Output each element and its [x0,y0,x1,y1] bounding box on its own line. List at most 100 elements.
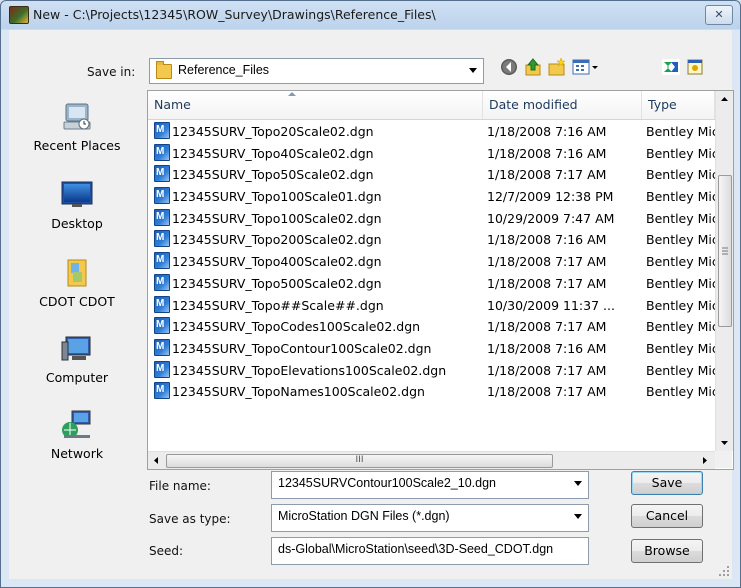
file-date-cell: 1/18/2008 7:17 AM [487,275,607,291]
resize-grip-icon[interactable] [718,565,730,577]
file-row[interactable]: 12345SURV_Topo400Scale02.dgn 1/18/2008 7:… [148,251,718,273]
file-date-cell: 1/18/2008 7:16 AM [487,232,607,248]
file-name-value: 12345SURVContour100Scale2_10.dgn [278,476,496,490]
file-row[interactable]: 12345SURV_Topo200Scale02.dgn 1/18/2008 7:… [148,229,718,251]
column-header: Name Date modified Type [148,91,715,120]
place-label: Network [50,446,104,461]
file-name: 12345SURV_Topo50Scale02.dgn [172,167,374,183]
place-network[interactable]: Network [15,410,139,461]
up-folder-icon[interactable] [523,57,543,77]
save-as-type-label: Save as type: [149,512,231,526]
file-name-cell: 12345SURV_Topo500Scale02.dgn [154,273,482,295]
file-row[interactable]: 12345SURV_Topo##Scale##.dgn 10/30/2009 11… [148,295,718,317]
file-date-cell: 10/30/2009 11:37 ... [487,297,615,313]
file-name-cell: 12345SURV_TopoContour100Scale02.dgn [154,338,482,360]
file-rows: 12345SURV_Topo20Scale02.dgn 1/18/2008 7:1… [148,121,718,403]
scroll-left-icon[interactable] [148,452,165,469]
places-bar: Recent Places Desktop CDOT CDOT Computer… [15,90,139,490]
save-in-value: Reference_Files [178,63,270,77]
dgn-file-icon [154,316,170,336]
file-row[interactable]: 12345SURV_TopoNames100Scale02.dgn 1/18/20… [148,381,718,403]
scroll-right-icon[interactable] [696,452,713,469]
file-name: 12345SURV_Topo##Scale##.dgn [172,297,384,313]
file-date-cell: 1/18/2008 7:17 AM [487,319,607,335]
title-bar[interactable]: New - C:\Projects\12345\ROW_Survey\Drawi… [1,1,740,29]
column-header-name[interactable]: Name [148,91,483,119]
file-date-cell: 1/18/2008 7:17 AM [487,362,607,378]
seed-field[interactable]: ds-Global\MicroStation\seed\3D-Seed_CDOT… [271,537,589,565]
file-name: 12345SURV_Topo500Scale02.dgn [172,275,382,291]
dgn-file-icon [154,229,170,249]
back-icon[interactable] [499,57,519,77]
file-type-cell: Bentley MicroStation Design [646,232,718,248]
save-dialog-window: New - C:\Projects\12345\ROW_Survey\Drawi… [0,0,741,588]
file-type-cell: Bentley MicroStation Design [646,189,718,205]
file-name-cell: 12345SURV_TopoCodes100Scale02.dgn [154,316,482,338]
file-row[interactable]: 12345SURV_Topo20Scale02.dgn 1/18/2008 7:1… [148,121,718,143]
vertical-scrollbar[interactable] [715,91,733,451]
file-name-input[interactable]: 12345SURVContour100Scale2_10.dgn [271,471,589,499]
place-label: CDOT CDOT [39,294,115,309]
save-button[interactable]: Save [631,471,703,495]
column-name-label: Name [154,97,191,112]
place-label: Computer [45,370,109,385]
window-icon[interactable] [685,57,705,77]
place-label: Desktop [51,216,103,231]
file-row[interactable]: 12345SURV_TopoCodes100Scale02.dgn 1/18/20… [148,316,718,338]
file-row[interactable]: 12345SURV_Topo500Scale02.dgn 1/18/2008 7:… [148,273,718,295]
dgn-file-icon [154,251,170,271]
browse-button[interactable]: Browse [631,539,703,563]
close-button[interactable]: ✕ [705,5,733,25]
file-row[interactable]: 12345SURV_Topo100Scale02.dgn 10/29/2009 7… [148,208,718,230]
new-folder-icon[interactable] [547,57,567,77]
place-computer[interactable]: Computer [15,334,139,385]
place-recent-places[interactable]: Recent Places [15,102,139,153]
file-name-cell: 12345SURV_Topo100Scale02.dgn [154,208,482,230]
file-date-cell: 1/18/2008 7:17 AM [487,254,607,270]
seed-value: ds-Global\MicroStation\seed\3D-Seed_CDOT… [278,542,554,556]
file-type-cell: Bentley MicroStation Design [646,340,718,356]
column-header-date[interactable]: Date modified [483,91,642,119]
file-type-cell: Bentley MicroStation Design [646,210,718,226]
chevron-down-icon[interactable] [574,481,582,486]
file-date-cell: 1/18/2008 7:16 AM [487,145,607,161]
place-desktop[interactable]: Desktop [15,180,139,231]
place-user-folder[interactable]: CDOT CDOT [15,258,139,309]
dgn-file-icon [154,186,170,206]
dgn-file-icon [154,338,170,358]
file-name: 12345SURV_Topo200Scale02.dgn [172,232,382,248]
views-menu-icon[interactable] [571,57,601,77]
file-type-cell: Bentley MicroStation Design [646,384,718,400]
scroll-up-icon[interactable] [716,91,733,108]
column-header-type[interactable]: Type [642,91,715,119]
file-row[interactable]: 12345SURV_TopoElevations100Scale02.dgn 1/… [148,360,718,382]
dgn-file-icon [154,381,170,401]
seed-label: Seed: [149,544,184,558]
microstation-icon[interactable] [661,57,681,77]
save-as-type-dropdown[interactable]: MicroStation DGN Files (*.dgn) [271,504,589,532]
file-list[interactable]: Name Date modified Type 12345SURV_Topo20… [147,90,734,470]
file-name-cell: 12345SURV_TopoNames100Scale02.dgn [154,381,482,403]
file-row[interactable]: 12345SURV_Topo50Scale02.dgn 1/18/2008 7:1… [148,164,718,186]
file-type-cell: Bentley MicroStation Design [646,297,718,313]
file-row[interactable]: 12345SURV_Topo40Scale02.dgn 1/18/2008 7:1… [148,143,718,165]
horizontal-scrollbar[interactable]: III [148,451,715,469]
file-name-cell: 12345SURV_Topo50Scale02.dgn [154,164,482,186]
file-type-cell: Bentley MicroStation Design [646,319,718,335]
network-icon [60,410,94,440]
file-type-cell: Bentley MicroStation Design [646,124,718,139]
dialog-body: Save in: Reference_Files Recent Places D… [9,30,734,579]
folder-icon [156,61,172,79]
cancel-button[interactable]: Cancel [631,504,703,528]
save-in-dropdown[interactable]: Reference_Files [149,58,484,84]
file-type-cell: Bentley MicroStation Design [646,145,718,161]
file-name-cell: 12345SURV_Topo200Scale02.dgn [154,229,482,251]
dgn-file-icon [154,273,170,293]
file-row[interactable]: 12345SURV_Topo100Scale01.dgn 12/7/2009 12… [148,186,718,208]
file-name: 12345SURV_Topo100Scale01.dgn [172,189,382,205]
scroll-down-icon[interactable] [716,434,733,451]
file-row[interactable]: 12345SURV_TopoContour100Scale02.dgn 1/18/… [148,338,718,360]
chevron-down-icon [469,68,477,73]
horizontal-scroll-thumb[interactable]: III [166,454,553,468]
vertical-scroll-thumb[interactable] [718,175,732,327]
